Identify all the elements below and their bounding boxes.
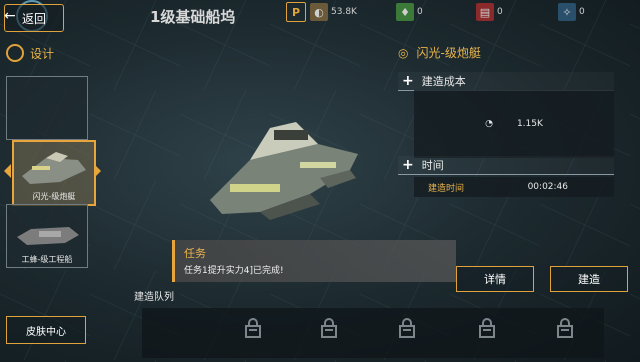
details-label: 详情: [484, 273, 506, 286]
page-title: 1级基础船坞: [150, 8, 236, 26]
build-queue-title: 建造队列: [134, 292, 174, 303]
plus-icon: +: [402, 157, 414, 173]
ore-icon: ◐: [310, 3, 328, 21]
lock-icon[interactable]: [320, 318, 338, 338]
skin-center-button[interactable]: 皮肤中心: [6, 316, 86, 344]
cost-header: + 建造成本: [398, 72, 614, 91]
slot-left-arrow-icon: [4, 164, 11, 178]
lock-icon[interactable]: [556, 318, 574, 338]
ship-name-header: ◎ 闪光-级炮艇: [398, 44, 481, 61]
plus-icon: +: [402, 73, 414, 89]
resource-ore-value: 53.8K: [331, 7, 357, 17]
ship-class-icon: ◎: [398, 45, 409, 60]
resource-crystal[interactable]: ♦ 0: [396, 2, 423, 22]
resource-gas-value: 0: [497, 7, 503, 17]
lock-icon[interactable]: [244, 318, 262, 338]
resource-energy[interactable]: ✧ 0: [558, 2, 585, 22]
build-time-label: 建造时间: [428, 183, 465, 194]
lock-icon[interactable]: [478, 318, 496, 338]
mission-title: 任务: [184, 247, 206, 260]
build-queue-bar: [142, 308, 604, 358]
gunboat-thumbnail-icon: [22, 152, 86, 184]
engineer-ship-thumbnail-icon: [17, 227, 79, 245]
design-tab[interactable]: 设计: [6, 44, 54, 62]
details-button[interactable]: 详情: [456, 266, 534, 292]
ship-slot-engineer[interactable]: 工蜂-级工程船: [6, 204, 88, 268]
ore-icon: ◔: [485, 119, 493, 129]
back-label: 返回: [21, 11, 46, 26]
cost-value: 1.15K: [516, 119, 543, 129]
resource-energy-value: 0: [579, 7, 585, 17]
skin-center-label: 皮肤中心: [26, 326, 66, 338]
mission-banner[interactable]: 任务 任务1提升实力4]已完成!: [172, 240, 456, 282]
ship-name: 闪光-级炮艇: [416, 46, 481, 60]
design-label: 设计: [30, 46, 55, 61]
back-arrow-icon: ←: [4, 8, 16, 24]
time-header: + 时间: [398, 156, 614, 175]
build-button[interactable]: 建造: [550, 266, 628, 292]
ship-slot-gunboat[interactable]: 闪光-级炮艇: [12, 140, 96, 206]
resource-ore[interactable]: ◐ 53.8K: [310, 2, 357, 22]
ship-slot-label: 闪光-级炮艇: [32, 192, 76, 201]
resource-gas[interactable]: ▤ 0: [476, 2, 503, 22]
resource-p: P: [286, 2, 309, 22]
p-badge-icon: P: [286, 2, 306, 22]
mission-accent-bar: [172, 240, 175, 282]
lock-icon[interactable]: [398, 318, 416, 338]
ship-slot-empty[interactable]: [6, 76, 88, 140]
build-time-row: 建造时间 00:02:46: [414, 177, 614, 197]
time-header-label: 时间: [421, 159, 444, 172]
cost-header-label: 建造成本: [421, 75, 466, 88]
build-time-value: 00:02:46: [527, 182, 568, 192]
resource-crystal-value: 0: [417, 7, 423, 17]
slot-right-arrow-icon: [94, 164, 101, 178]
crystal-icon: ♦: [396, 3, 414, 21]
build-label: 建造: [578, 273, 600, 286]
energy-icon: ✧: [558, 3, 576, 21]
gunboat-model-image: [210, 122, 358, 220]
design-icon: [6, 44, 24, 62]
mission-text: 任务1提升实力4]已完成!: [184, 266, 284, 276]
cost-box: ◔ 1.15K: [414, 90, 614, 158]
ship-slot-label: 工蜂-级工程船: [21, 255, 73, 264]
gas-icon: ▤: [476, 3, 494, 21]
